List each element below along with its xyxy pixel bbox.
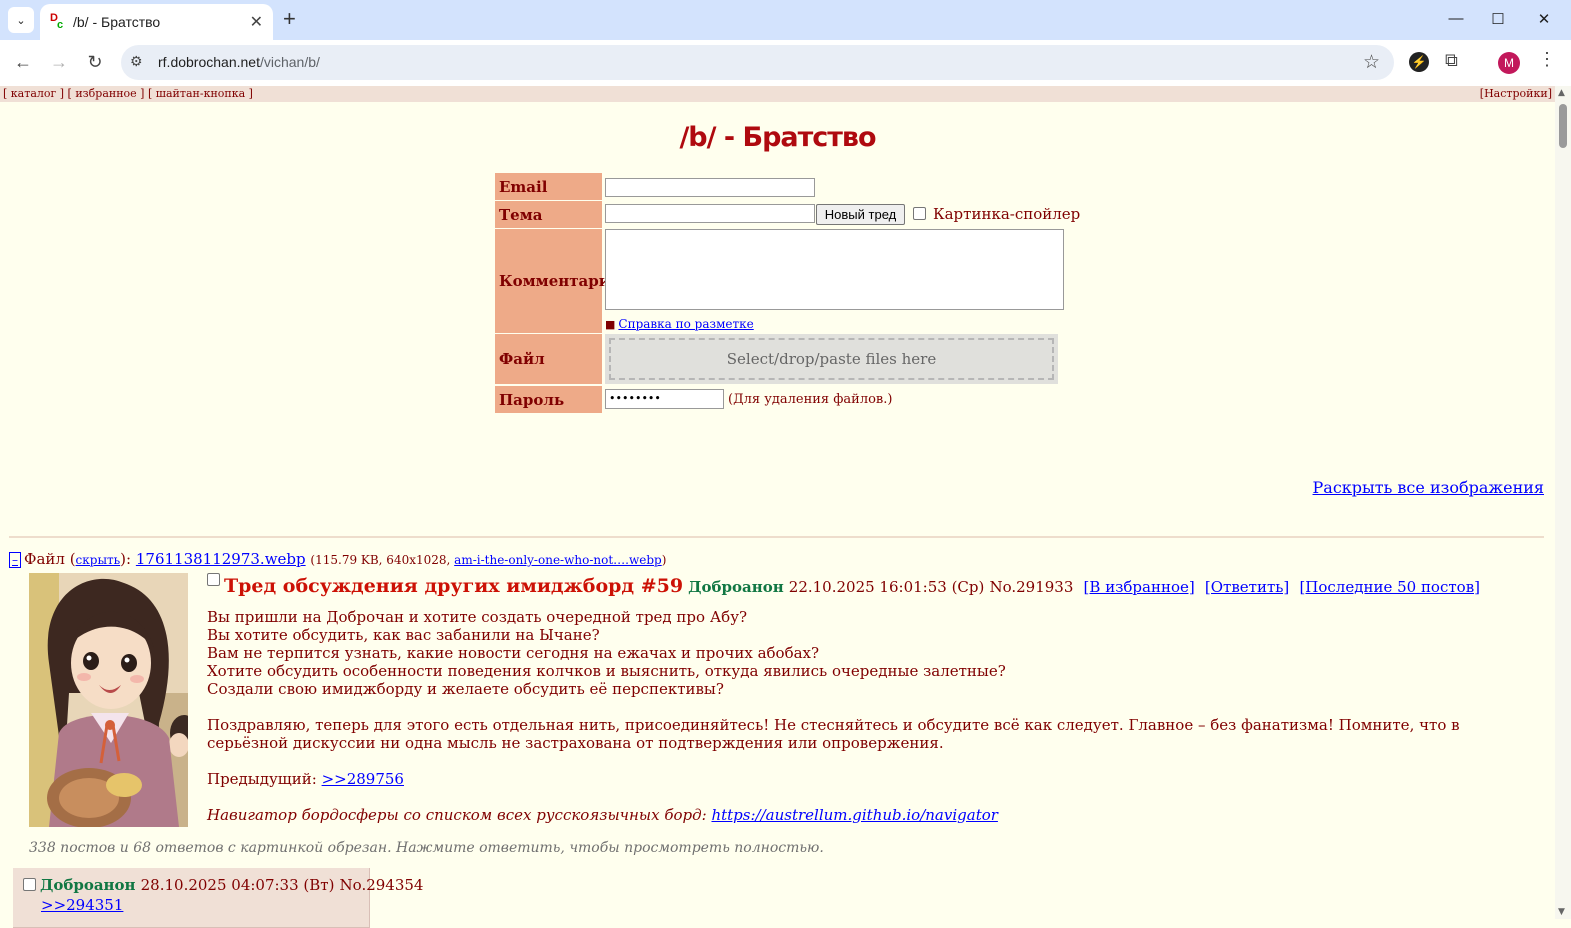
dropzone-text: Select/drop/paste files here (609, 338, 1054, 380)
menu-kebab-icon[interactable]: ⋮ (1538, 49, 1556, 70)
tab-search-chevron-icon[interactable]: ⌄ (8, 7, 34, 33)
op-line: Вы хотите обсудить, как вас забанили на … (207, 626, 600, 644)
reply-select-checkbox[interactable] (23, 878, 36, 891)
spoiler-checkbox[interactable] (913, 207, 926, 220)
op-line: Вам не терпится узнать, какие новости се… (207, 644, 820, 662)
new-tab-icon[interactable]: + (283, 8, 296, 30)
favorites-link[interactable]: избранное (75, 87, 136, 100)
divider (9, 536, 1544, 538)
profile-avatar[interactable]: M (1498, 52, 1520, 74)
forward-icon[interactable]: → (48, 52, 70, 73)
spoiler-label: Картинка-спойлер (933, 205, 1081, 223)
reply-post-number[interactable]: No.294354 (340, 876, 424, 894)
maximize-icon[interactable]: ☐ (1483, 10, 1513, 28)
book-icon: ■ (605, 318, 616, 331)
address-bar[interactable]: ⚙ rf.dobrochan.net/vichan/b/ ☆ (121, 45, 1394, 80)
reply-quote-link[interactable]: >>294351 (41, 896, 123, 914)
site-info-icon[interactable]: ⚙ (130, 53, 143, 70)
expand-all-images-link[interactable]: Раскрыть все изображения (1313, 478, 1544, 497)
catalog-link[interactable]: каталог (11, 87, 56, 100)
op-line: Хотите обсудить особенности поведения ко… (207, 662, 1006, 680)
browser-tab[interactable]: Dc /b/ - Братство ✕ (40, 4, 273, 40)
bookmark-star-icon[interactable]: ☆ (1363, 51, 1380, 74)
markup-help-link[interactable]: Справка по разметке (618, 317, 753, 331)
scroll-thumb[interactable] (1559, 104, 1567, 148)
op-datetime: 22.10.2025 16:01:53 (Ср) (788, 578, 985, 596)
extensions-puzzle-icon[interactable]: ⧉ (1445, 50, 1458, 71)
op-thumbnail-image[interactable] (29, 573, 188, 827)
op-post-number[interactable]: No.291933 (989, 578, 1073, 596)
board-top-bar: [ каталог ] [ избранное ] [ шайтан-кнопк… (0, 86, 1555, 102)
new-thread-button[interactable]: Новый тред (816, 204, 905, 225)
op-select-checkbox[interactable] (207, 573, 220, 586)
password-field[interactable]: •••••••• (605, 389, 724, 409)
reply-post: Доброанон 28.10.2025 04:07:33 (Вт) No.29… (13, 868, 423, 928)
op-header: Тред обсуждения других имиджборд #59 Доб… (207, 573, 1480, 597)
prev-thread-link[interactable]: >>289756 (322, 770, 404, 788)
settings-link[interactable]: Настройки (1484, 87, 1548, 100)
reply-header: Доброанон 28.10.2025 04:07:33 (Вт) No.29… (23, 875, 423, 894)
op-line: Вы пришли на Доброчан и хотите создать о… (207, 608, 748, 626)
shaitan-button-link[interactable]: шайтан-кнопка (156, 87, 245, 100)
markup-help: ■ Справка по разметке (605, 317, 754, 331)
back-icon[interactable]: ← (12, 52, 34, 73)
op-file-info: – Файл (скрыть): 1761138112973.webp (115.… (9, 550, 666, 568)
op-poster-name: Доброанон (688, 578, 784, 596)
scroll-up-icon[interactable]: ▲ (1558, 88, 1565, 98)
navigator-link[interactable]: https://austrellum.github.io/navigator (711, 806, 997, 824)
url-text[interactable]: rf.dobrochan.net/vichan/b/ (158, 54, 320, 70)
scroll-down-icon[interactable]: ▼ (1558, 907, 1565, 917)
op-subject: Тред обсуждения других имиджборд #59 (224, 575, 684, 597)
comment-label: Комментарий (495, 229, 621, 333)
browser-toolbar: ← → ↻ ⚙ rf.dobrochan.net/vichan/b/ ☆ ⚡ ⧉… (0, 40, 1571, 86)
board-title: /b/ - Братство (679, 122, 876, 153)
favicon-icon: Dc (50, 12, 64, 31)
subject-field[interactable] (605, 204, 815, 223)
omitted-posts-notice: 338 постов и 68 ответов с картинкой обре… (29, 840, 824, 856)
tab-title: /b/ - Братство (73, 14, 161, 30)
op-line: Создали свою имиджборду и желаете обсуди… (207, 680, 724, 698)
close-window-icon[interactable]: ✕ (1529, 10, 1559, 28)
collapse-thread-button[interactable]: – (9, 552, 21, 568)
reply-poster-name: Доброанон (40, 876, 136, 894)
hide-file-link[interactable]: скрыть (76, 553, 121, 567)
file-link[interactable]: 1761138112973.webp (136, 550, 306, 568)
original-filename-link[interactable]: am-i-the-only-one-who-not….webp (454, 553, 662, 567)
reply-datetime: 28.10.2025 04:07:33 (Вт) (140, 876, 335, 894)
page-scrollbar[interactable]: ▲ ▼ (1555, 86, 1571, 919)
minimize-icon[interactable]: — (1441, 10, 1471, 27)
reply-link[interactable]: [Ответить] (1205, 578, 1289, 596)
subject-label: Тема (495, 201, 602, 228)
op-navigator: Навигатор бордосферы со списком всех рус… (207, 806, 998, 824)
op-body: Вы пришли на Доброчан и хотите создать о… (207, 608, 1507, 824)
last-50-posts-link[interactable]: [Последние 50 постов] (1299, 578, 1480, 596)
file-dropzone[interactable]: Select/drop/paste files here (605, 334, 1058, 384)
extension-bolt-icon[interactable]: ⚡ (1409, 52, 1429, 72)
close-tab-icon[interactable]: ✕ (250, 12, 263, 32)
reload-icon[interactable]: ↻ (84, 52, 106, 73)
op-paragraph: Поздравляю, теперь для этого есть отдель… (207, 716, 1460, 752)
email-label: Email (495, 173, 602, 200)
email-field[interactable] (605, 178, 815, 197)
op-prev-thread: Предыдущий: >>289756 (207, 770, 404, 788)
password-label: Пароль (495, 386, 602, 413)
comment-textarea[interactable] (605, 229, 1064, 310)
add-to-favorites-link[interactable]: [В избранное] (1084, 578, 1195, 596)
browser-tab-bar: ⌄ Dc /b/ - Братство ✕ + — ☐ ✕ (0, 0, 1571, 40)
password-hint: (Для удаления файлов.) (728, 392, 893, 407)
file-label: Файл (495, 334, 602, 384)
